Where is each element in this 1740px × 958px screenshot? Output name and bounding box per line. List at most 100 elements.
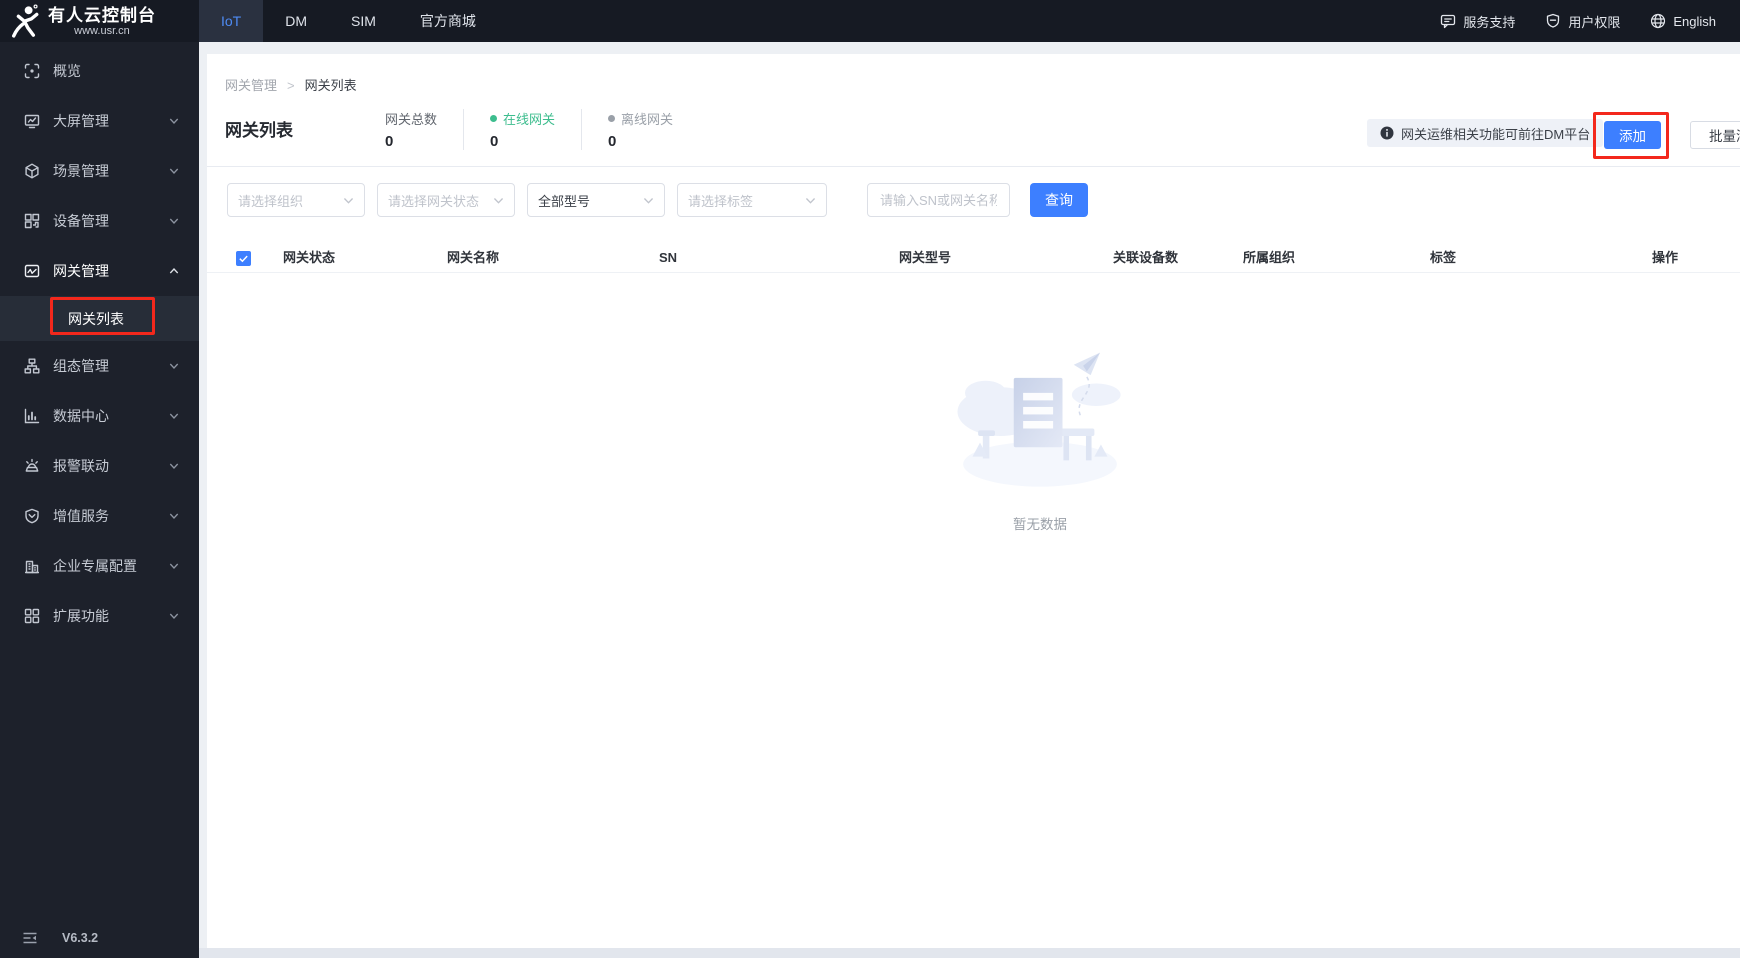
app-window: 有人云控制台 www.usr.cn IoT DM SIM 官方商城 服务支持 用… <box>0 0 1740 958</box>
nav-tab[interactable]: DM <box>263 0 329 42</box>
sidebar-item[interactable]: 场景管理 <box>0 146 199 196</box>
filter-select[interactable]: 请选择网关状态 <box>377 183 515 217</box>
collapse-sidebar-icon[interactable] <box>22 930 38 946</box>
sidebar-item[interactable]: 网关列表 <box>0 296 199 341</box>
nav-tab[interactable]: 官方商城 <box>398 0 498 42</box>
topbar-menu-item[interactable]: 服务支持 <box>1440 12 1515 31</box>
filter-select[interactable]: 全部型号 <box>527 183 665 217</box>
column-header-label: 网关状态 <box>283 250 336 265</box>
select-value: 请选择标签 <box>688 193 754 209</box>
device-icon <box>24 213 40 229</box>
sidebar-item[interactable]: 扩展功能 <box>0 591 199 641</box>
dm-notice-text: 网关运维相关功能可前往DM平台 <box>1401 126 1591 142</box>
check-icon <box>238 253 249 264</box>
chevron-down-icon <box>169 361 179 371</box>
sidebar-menu: 概览 大屏管理 场景管理 设备管理 网关管理 网关列表 组态管理 数据中心 报警… <box>0 42 199 641</box>
enterprise-icon <box>24 558 40 574</box>
empty-illustration <box>950 346 1130 501</box>
nav-tab[interactable]: IoT <box>199 0 264 42</box>
overview-icon <box>24 63 40 79</box>
stat-label: 网关总数 <box>385 111 438 127</box>
nav-tab-label: SIM <box>351 13 376 29</box>
stat-label-row: 在线网关 <box>490 109 555 127</box>
chevron-down-icon <box>169 561 179 571</box>
select-value: 请选择组织 <box>238 193 304 209</box>
sidebar-item-label: 网关列表 <box>68 310 124 327</box>
topbar-menu-label: English <box>1673 13 1716 29</box>
nav-tab[interactable]: SIM <box>329 0 398 42</box>
sidebar-item[interactable]: 组态管理 <box>0 341 199 391</box>
column-header-label: 标签 <box>1430 250 1457 265</box>
topology-icon <box>24 358 40 374</box>
nav-tab-label: IoT <box>221 13 242 29</box>
shield-icon <box>1545 13 1561 29</box>
filter-selects: 请选择组织 请选择网关状态 全部型号 请选择标签 <box>227 183 827 217</box>
batch-add-button[interactable]: 批量添加 <box>1690 121 1740 149</box>
sidebar-item-label: 概览 <box>53 63 81 79</box>
sidebar-item[interactable]: 数据中心 <box>0 391 199 441</box>
stat-value: 0 <box>608 133 617 150</box>
logo-title: 有人云控制台 <box>48 5 156 25</box>
breadcrumb-item-label: 网关列表 <box>304 78 357 93</box>
topbar-menu-item[interactable]: 用户权限 <box>1545 12 1620 31</box>
query-button[interactable]: 查询 <box>1030 183 1088 217</box>
chat-icon <box>1440 13 1456 29</box>
empty-state: 暂无数据 <box>950 346 1130 533</box>
sidebar-item-label: 组态管理 <box>53 358 109 374</box>
topbar: 有人云控制台 www.usr.cn IoT DM SIM 官方商城 服务支持 用… <box>0 0 1740 42</box>
datacenter-icon <box>24 408 40 424</box>
sidebar-item[interactable]: 增值服务 <box>0 491 199 541</box>
sidebar-footer: V6.3.2 <box>0 924 199 952</box>
topbar-right: 服务支持 用户权限 English <box>1440 0 1740 42</box>
column-header-label: 关联设备数 <box>1113 250 1179 265</box>
sidebar-item-label: 企业专属配置 <box>53 558 137 574</box>
sidebar-item-label: 网关管理 <box>53 263 109 279</box>
column-header-label: 网关型号 <box>899 250 952 265</box>
topbar-menu-label: 用户权限 <box>1568 14 1621 30</box>
header-divider <box>207 166 1740 167</box>
breadcrumb: 网关管理 > 网关列表> <box>225 75 357 94</box>
status-dot <box>490 114 498 122</box>
select-all-checkbox[interactable] <box>236 251 251 266</box>
stat-value: 0 <box>490 133 499 150</box>
chevron-down-icon <box>169 511 179 521</box>
sidebar-item[interactable]: 概览 <box>0 46 199 96</box>
sidebar-item[interactable]: 设备管理 <box>0 196 199 246</box>
breadcrumb-item[interactable]: 网关管理 > <box>225 75 305 94</box>
chevron-down-icon <box>169 166 179 176</box>
breadcrumb-item-label: 网关管理 <box>225 78 278 93</box>
horizontal-scrollbar[interactable] <box>199 948 1740 958</box>
breadcrumb-item[interactable]: 网关列表> <box>305 75 357 94</box>
page-title: 网关列表 <box>225 121 293 140</box>
chevron-down-icon <box>169 611 179 621</box>
filter-select[interactable]: 请选择组织 <box>227 183 365 217</box>
sidebar-item[interactable]: 网关管理 <box>0 246 199 296</box>
info-icon <box>1380 126 1394 140</box>
column-header: SN <box>659 243 677 273</box>
column-header: 关联设备数 <box>1113 243 1178 273</box>
logo[interactable]: 有人云控制台 www.usr.cn <box>0 0 199 42</box>
sidebar-item-label: 设备管理 <box>53 213 109 229</box>
topbar-menu-item[interactable]: English <box>1650 13 1716 29</box>
breadcrumb-separator: > <box>287 78 295 93</box>
column-header-label: 所属组织 <box>1243 250 1296 265</box>
column-header: 网关型号 <box>899 243 951 273</box>
select-value: 全部型号 <box>538 193 591 209</box>
filter-select[interactable]: 请选择标签 <box>677 183 827 217</box>
sidebar-item[interactable]: 大屏管理 <box>0 96 199 146</box>
logo-subtitle: www.usr.cn <box>74 24 130 37</box>
search-input[interactable] <box>867 183 1010 217</box>
add-button[interactable]: 添加 <box>1604 121 1661 149</box>
stat: 网关总数 0 <box>385 109 463 151</box>
gateway-icon <box>24 263 40 279</box>
chevron-down-icon <box>643 195 654 206</box>
stat-label-row: 离线网关 <box>608 109 673 127</box>
sidebar-item-label: 大屏管理 <box>53 113 109 129</box>
stat-value: 0 <box>385 133 394 150</box>
sidebar-item[interactable]: 报警联动 <box>0 441 199 491</box>
sidebar-item[interactable]: 企业专属配置 <box>0 541 199 591</box>
bigscreen-icon <box>24 113 40 129</box>
sidebar-item-label: 扩展功能 <box>53 608 109 624</box>
column-header-label: SN <box>659 250 678 265</box>
column-header: 网关状态 <box>283 243 335 273</box>
